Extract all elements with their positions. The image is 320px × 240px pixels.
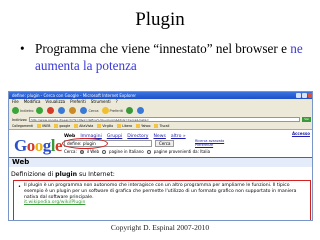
link-yahoo[interactable]: Yahoo bbox=[136, 124, 150, 128]
link-virgilio[interactable]: Virgilio bbox=[97, 124, 113, 128]
link-label: Yahoo bbox=[141, 124, 151, 128]
definition-source-link[interactable]: it.wikipedia.org/wiki/Plugin bbox=[20, 200, 307, 206]
nav-gruppi[interactable]: Gruppi bbox=[107, 134, 122, 139]
window-controls bbox=[296, 93, 312, 98]
window-title: define: plugin - Cerca con Google - Micr… bbox=[12, 93, 137, 98]
link-label: AltaVista bbox=[79, 124, 94, 128]
toolbar-button[interactable] bbox=[137, 107, 145, 114]
browser-titlebar: define: plugin - Cerca con Google - Micr… bbox=[9, 92, 312, 99]
link-label: IWEB bbox=[42, 124, 51, 128]
toolbar-button[interactable] bbox=[36, 107, 44, 114]
address-bar: Indirizzo http://www.google.it/search?hl… bbox=[9, 116, 312, 123]
nav-news[interactable]: News bbox=[153, 134, 165, 139]
search-scope: Cerca: il Web pagine in Italiano pagine … bbox=[64, 149, 210, 154]
radio-italian-pages[interactable] bbox=[102, 149, 107, 154]
toolbar-button[interactable] bbox=[47, 107, 55, 114]
link-label: Libero bbox=[122, 124, 133, 128]
history-icon bbox=[137, 107, 145, 114]
logo-letter: e bbox=[54, 136, 63, 155]
toolbar-button-label: Indietro bbox=[20, 108, 34, 113]
browser-screenshot: define: plugin - Cerca con Google - Micr… bbox=[8, 91, 313, 221]
google-logo[interactable]: Google bbox=[14, 136, 63, 156]
radio-italy-pages[interactable] bbox=[146, 149, 151, 154]
go-button[interactable]: Vai bbox=[302, 117, 311, 122]
minimize-icon[interactable] bbox=[296, 93, 301, 98]
heading-term: plugin bbox=[55, 171, 78, 178]
bullet-symbol: • bbox=[20, 41, 25, 56]
link-altavista[interactable]: AltaVista bbox=[74, 124, 93, 128]
stop-icon bbox=[47, 107, 55, 114]
media-icon bbox=[126, 107, 134, 114]
radio-web[interactable] bbox=[79, 149, 84, 154]
toolbar-button[interactable]: Cerca bbox=[80, 107, 99, 114]
browser-toolbar: Indietro Cerca Preferiti bbox=[9, 105, 312, 116]
search-button[interactable]: Cerca bbox=[155, 140, 175, 147]
link-google[interactable]: google bbox=[54, 124, 70, 128]
page-icon bbox=[37, 124, 42, 128]
page-icon bbox=[154, 124, 159, 128]
link-label: Virgilio bbox=[102, 124, 114, 128]
toolbar-button[interactable] bbox=[69, 107, 77, 114]
page-icon bbox=[136, 124, 141, 128]
link-tiscali[interactable]: Tiscali bbox=[154, 124, 169, 128]
link-iweb[interactable]: IWEB bbox=[37, 124, 50, 128]
nav-altro[interactable]: altro » bbox=[171, 134, 186, 139]
close-icon[interactable] bbox=[308, 93, 312, 98]
maximize-icon[interactable] bbox=[302, 93, 307, 98]
bullet-text-main: Programma che viene “innestato” nel brow… bbox=[35, 41, 291, 56]
links-bar: Collegamenti IWEB google AltaVista Virgi… bbox=[9, 123, 312, 130]
scope-option-label: pagine in Italiano bbox=[109, 149, 144, 154]
refresh-icon bbox=[58, 107, 66, 114]
definition-bullet: • bbox=[18, 184, 21, 190]
logo-letter: o bbox=[34, 136, 44, 155]
link-libero[interactable]: Libero bbox=[117, 124, 132, 128]
link-label: google bbox=[59, 124, 71, 128]
toolbar-button[interactable] bbox=[58, 107, 66, 114]
definition-text: Il plugin è un programma non autonomo ch… bbox=[24, 183, 297, 200]
forward-arrow-icon bbox=[36, 107, 44, 114]
google-results-page: Google Accesso Web Immagini Gruppi Direc… bbox=[9, 130, 312, 220]
page-icon bbox=[74, 124, 79, 128]
page-icon bbox=[117, 124, 122, 128]
logo-letter: g bbox=[42, 136, 52, 155]
results-bar: Web bbox=[9, 157, 312, 167]
heading-suffix: su Internet: bbox=[77, 171, 115, 178]
page-icon bbox=[54, 124, 59, 128]
page-icon bbox=[97, 124, 102, 128]
definition-box: • Il plugin è un programma non autonomo … bbox=[13, 180, 311, 220]
logo-letter: G bbox=[14, 136, 27, 155]
accesso-link[interactable]: Accesso bbox=[292, 131, 310, 136]
nav-directory[interactable]: Directory bbox=[127, 134, 148, 139]
logo-letter: o bbox=[26, 136, 36, 155]
home-icon bbox=[69, 107, 77, 114]
link-label: Tiscali bbox=[159, 124, 170, 128]
address-input[interactable]: http://www.google.it/search?hl=it&q=defi… bbox=[28, 117, 300, 122]
scope-label: Cerca: bbox=[64, 149, 77, 154]
preferences-link[interactable]: Preferenze bbox=[195, 143, 224, 147]
highlight-oval bbox=[62, 138, 108, 149]
slide-title: Plugin bbox=[135, 9, 185, 30]
scope-option-label: il Web bbox=[86, 149, 100, 154]
back-arrow-icon bbox=[12, 107, 19, 114]
toolbar-button-label: Preferiti bbox=[109, 108, 124, 113]
bullet-text: Programma che viene “innestato” nel brow… bbox=[35, 40, 310, 74]
search-icon bbox=[80, 107, 88, 114]
scope-option-label: pagine provenienti da: Italia bbox=[153, 149, 211, 154]
favorites-star-icon bbox=[101, 107, 109, 114]
toolbar-button[interactable] bbox=[126, 107, 134, 114]
search-options-links: Ricerca avanzata Preferenze bbox=[195, 139, 224, 147]
links-label: Collegamenti bbox=[12, 124, 34, 128]
heading-prefix: Definizione di bbox=[11, 171, 56, 178]
toolbar-button-label: Cerca bbox=[88, 108, 99, 113]
address-label: Indirizzo bbox=[12, 117, 27, 122]
toolbar-button[interactable]: Indietro bbox=[12, 107, 33, 114]
toolbar-button[interactable]: Preferiti bbox=[101, 107, 124, 114]
slide-footer: Copyright D. Espinal 2007-2010 bbox=[110, 223, 210, 232]
definition-heading: Definizione di plugin su Internet: bbox=[11, 171, 115, 178]
